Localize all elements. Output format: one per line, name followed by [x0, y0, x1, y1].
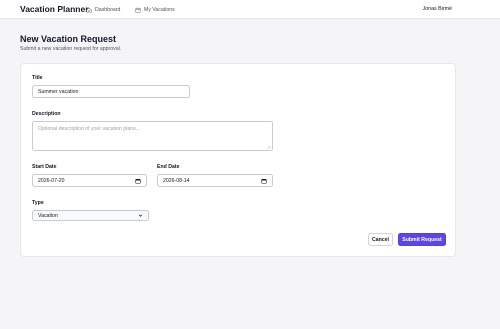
- description-label: Description: [32, 111, 61, 117]
- start-date-label: Start Date: [32, 164, 57, 170]
- home-icon: [86, 7, 92, 13]
- app-brand[interactable]: Vacation Planner: [20, 4, 89, 14]
- title-label: Title: [32, 75, 43, 81]
- calendar-icon: [135, 7, 141, 13]
- calendar-picker-icon[interactable]: [261, 178, 267, 184]
- type-select-value: Vacation: [38, 212, 58, 219]
- title-input[interactable]: Summer vacation: [32, 85, 190, 98]
- resize-grip-icon[interactable]: [266, 144, 271, 149]
- nav-dashboard-label: Dashboard: [95, 7, 121, 13]
- cancel-button[interactable]: Cancel: [368, 233, 393, 246]
- top-navigation-bar: Vacation Planner Dashboard My Vacations …: [0, 0, 500, 19]
- end-date-input[interactable]: 2026-08-14: [157, 174, 273, 187]
- title-input-value: Summer vacation: [38, 88, 79, 95]
- description-textarea[interactable]: Optional description of your vacation pl…: [32, 121, 273, 151]
- page-subtitle: Submit a new vacation request for approv…: [20, 46, 122, 52]
- description-placeholder: Optional description of your vacation pl…: [38, 126, 141, 132]
- end-date-value: 2026-08-14: [163, 177, 190, 184]
- nav-item-dashboard[interactable]: Dashboard: [86, 5, 120, 15]
- vacation-request-form: Title Summer vacation Description Option…: [20, 63, 456, 257]
- nav-item-my-vacations[interactable]: My Vacations: [135, 5, 175, 15]
- submit-request-button[interactable]: Submit Request: [398, 233, 446, 246]
- type-label: Type: [32, 200, 44, 206]
- start-date-input[interactable]: 2026-07-20: [32, 174, 147, 187]
- page-title: New Vacation Request: [20, 34, 117, 44]
- start-date-value: 2026-07-20: [38, 177, 65, 184]
- chevron-down-icon: [138, 214, 143, 217]
- type-select[interactable]: Vacation: [32, 210, 149, 221]
- user-name[interactable]: Jonas Birmé: [423, 6, 452, 12]
- nav-my-vacations-label: My Vacations: [144, 7, 175, 13]
- end-date-label: End Date: [157, 164, 180, 170]
- calendar-picker-icon[interactable]: [135, 178, 141, 184]
